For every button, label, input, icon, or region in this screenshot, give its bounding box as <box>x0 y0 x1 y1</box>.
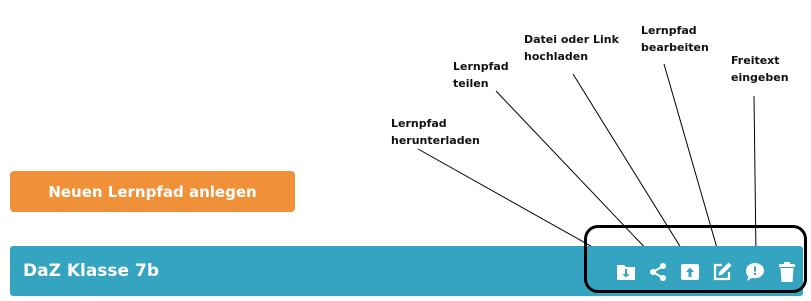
download-icon[interactable] <box>614 260 638 284</box>
leader-line-share <box>495 90 653 256</box>
upload-icon[interactable] <box>678 260 702 284</box>
leader-line-upload <box>572 73 687 257</box>
leader-line-edit <box>663 63 720 256</box>
comment-icon[interactable] <box>743 260 767 284</box>
edit-icon[interactable] <box>710 260 734 284</box>
new-learning-path-button[interactable]: Neuen Lernpfad anlegen <box>10 171 295 212</box>
leader-line-freetext <box>753 95 757 256</box>
course-title: DaZ Klasse 7b <box>23 261 159 281</box>
trash-icon[interactable] <box>775 260 799 284</box>
course-bar: DaZ Klasse 7b <box>10 246 803 296</box>
partial-text-row <box>100 297 570 301</box>
share-icon[interactable] <box>646 260 670 284</box>
